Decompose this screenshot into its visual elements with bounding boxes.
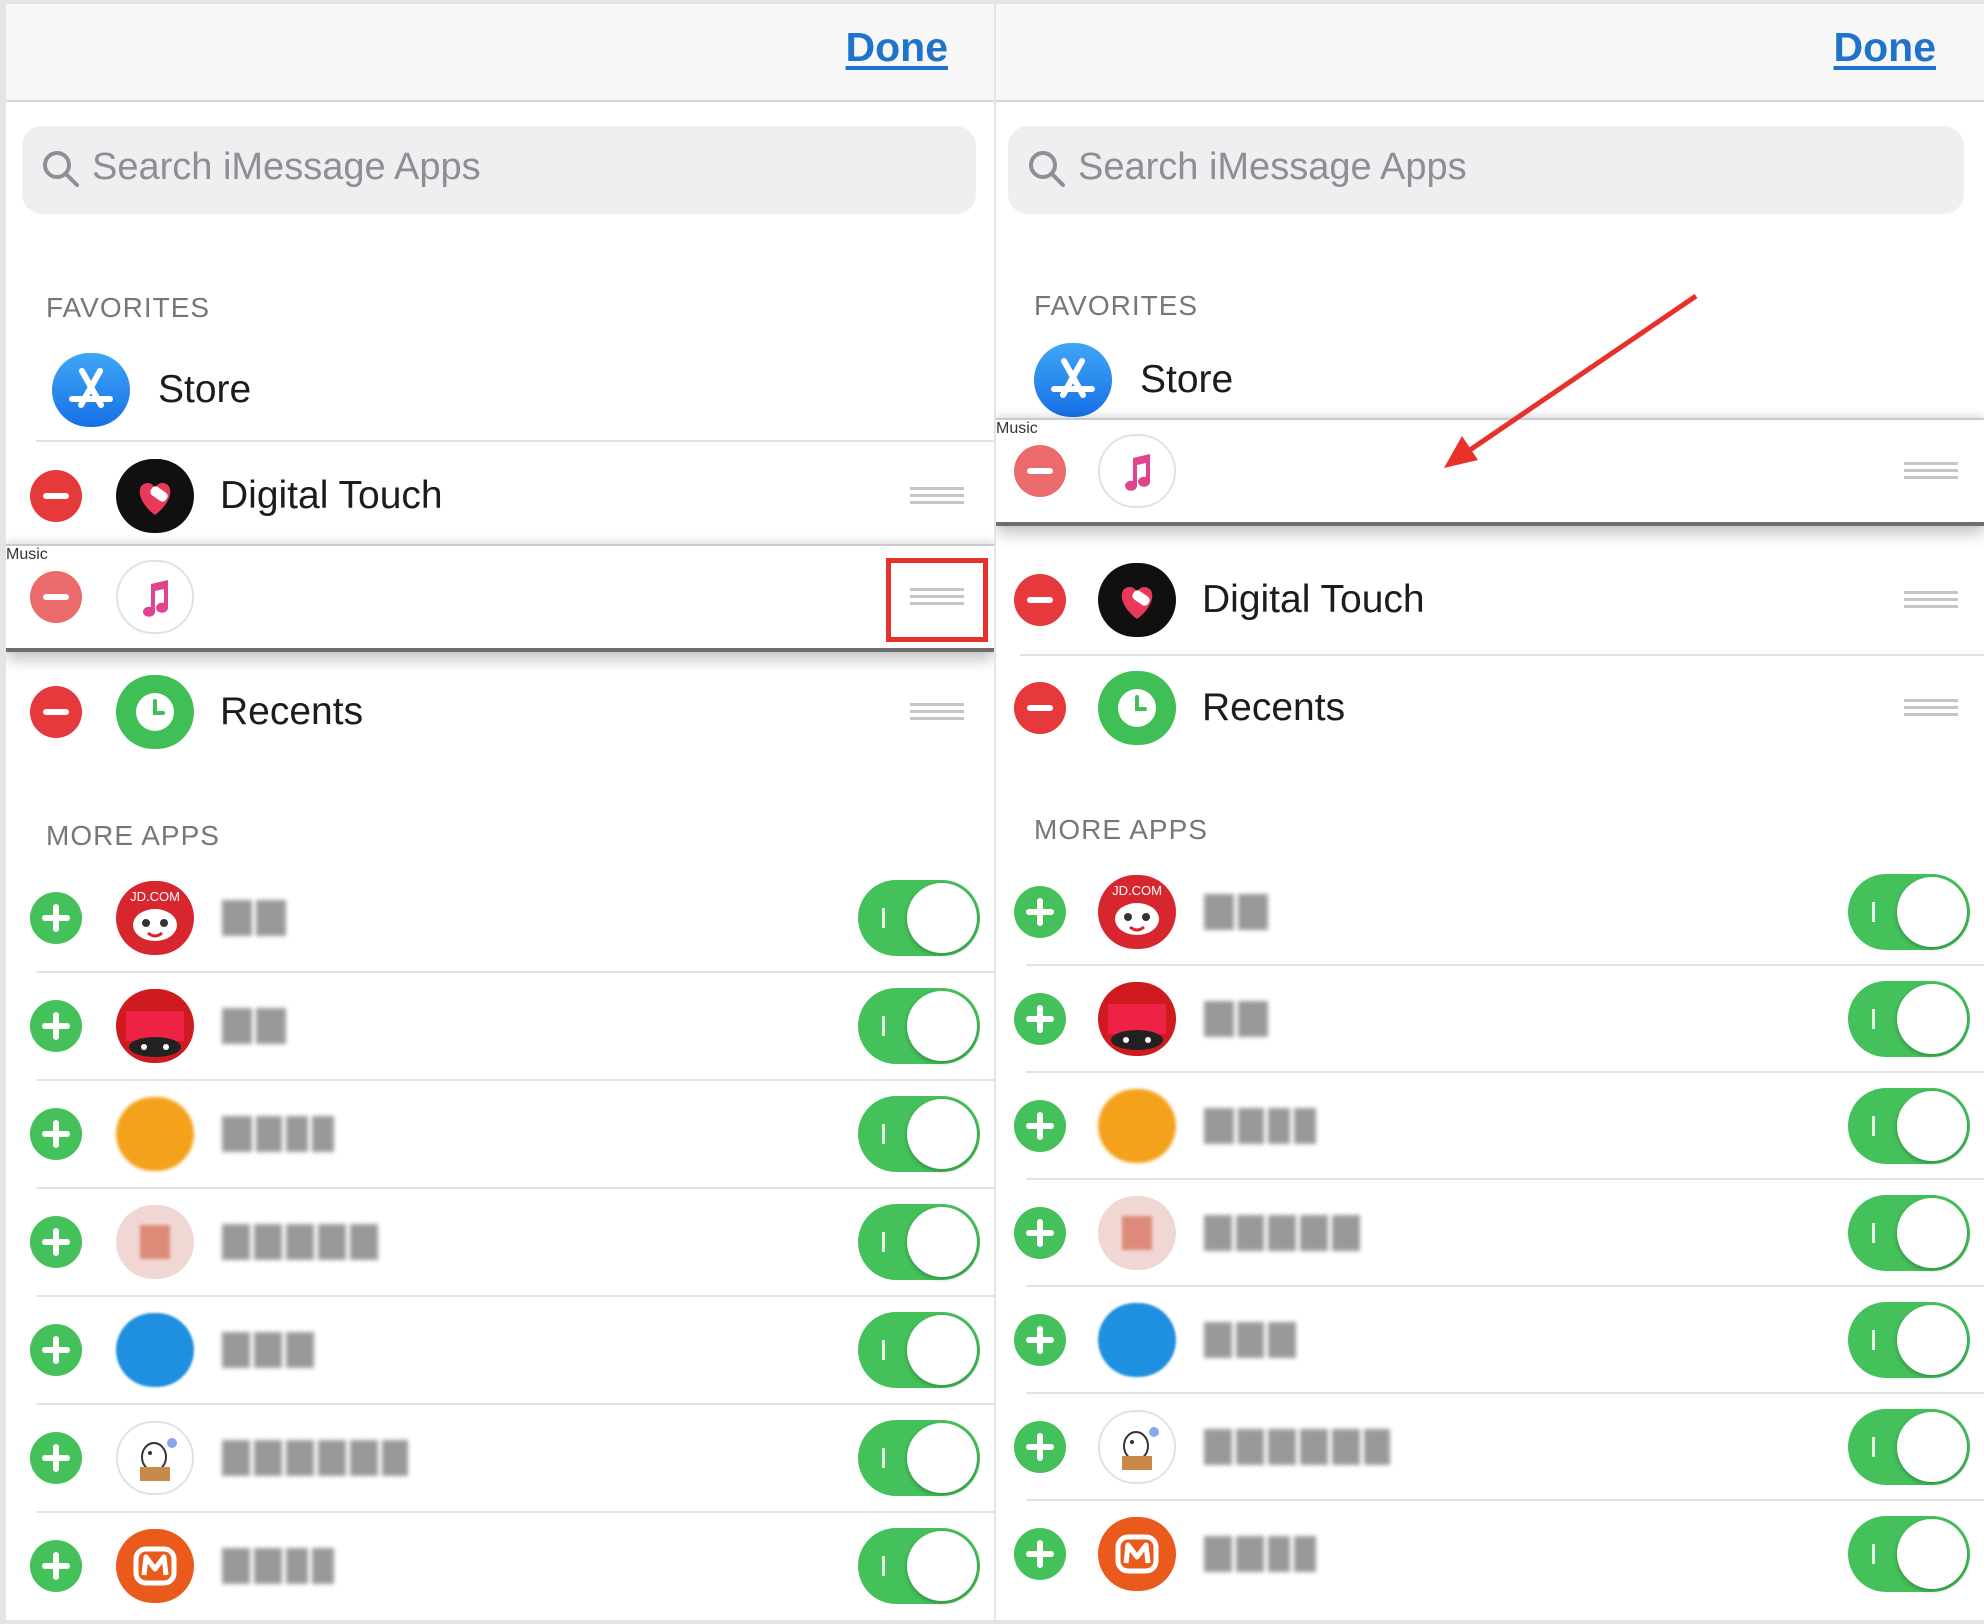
favorite-label: Store bbox=[158, 368, 252, 411]
search-field[interactable]: Search iMessage Apps bbox=[22, 126, 976, 214]
app-toggle[interactable] bbox=[858, 1528, 980, 1604]
done-button[interactable]: Done bbox=[846, 24, 949, 71]
favorites-header: FAVORITES bbox=[46, 292, 211, 323]
tmall-icon bbox=[116, 989, 194, 1063]
favorite-row-music-dragging[interactable]: Music bbox=[6, 544, 994, 652]
blue-app-icon bbox=[116, 1313, 194, 1387]
blurred-app-name bbox=[222, 1112, 338, 1156]
add-button[interactable] bbox=[30, 1000, 82, 1052]
dog-app-icon bbox=[116, 1421, 194, 1495]
more-app-row[interactable]: JD.COM bbox=[6, 864, 994, 972]
blurred-app-name bbox=[222, 1328, 318, 1372]
more-app-row[interactable] bbox=[6, 1188, 994, 1296]
app-store-icon bbox=[52, 353, 130, 427]
more-app-row[interactable] bbox=[6, 1404, 994, 1512]
blurred-app-name bbox=[222, 1436, 412, 1480]
svg-text:JD.COM: JD.COM bbox=[130, 889, 180, 904]
app-toggle[interactable] bbox=[858, 880, 980, 956]
pink-app-icon bbox=[116, 1205, 194, 1279]
favorite-label: Music bbox=[6, 546, 48, 563]
reorder-handle[interactable] bbox=[910, 701, 964, 721]
right-panel: Done Search iMessage Apps FAVORITES Stor… bbox=[996, 4, 1984, 1620]
favorite-label: Digital Touch bbox=[220, 474, 443, 517]
favorite-row-digital-touch[interactable]: Digital Touch bbox=[6, 442, 994, 550]
more-app-row[interactable] bbox=[6, 972, 994, 1080]
blurred-app-name bbox=[222, 1544, 338, 1588]
app-toggle[interactable] bbox=[858, 988, 980, 1064]
recents-icon bbox=[116, 675, 194, 749]
search-icon bbox=[43, 151, 79, 187]
orange-app-icon bbox=[116, 1097, 194, 1171]
remove-button[interactable] bbox=[30, 571, 82, 623]
favorite-row-store[interactable]: Store bbox=[6, 336, 994, 444]
app-toggle[interactable] bbox=[858, 1204, 980, 1280]
more-app-row[interactable] bbox=[6, 1296, 994, 1404]
add-button[interactable] bbox=[30, 1324, 82, 1376]
more-apps-header: MORE APPS bbox=[46, 820, 220, 851]
music-icon bbox=[116, 560, 194, 634]
remove-button[interactable] bbox=[30, 686, 82, 738]
favorite-label: Recents bbox=[220, 690, 364, 733]
nav-bar: Done bbox=[6, 4, 994, 102]
jd-icon: JD.COM bbox=[116, 881, 194, 955]
annotation-arrow bbox=[1444, 293, 1698, 468]
search-placeholder: Search iMessage Apps bbox=[92, 146, 481, 188]
annotation-highlight-box bbox=[886, 558, 988, 642]
blurred-app-name bbox=[222, 1220, 382, 1264]
blurred-app-name bbox=[222, 1004, 290, 1048]
more-app-row[interactable] bbox=[6, 1080, 994, 1188]
app-toggle[interactable] bbox=[858, 1096, 980, 1172]
mango-tv-icon bbox=[116, 1529, 194, 1603]
digital-touch-icon bbox=[116, 459, 194, 533]
app-toggle[interactable] bbox=[858, 1312, 980, 1388]
remove-button[interactable] bbox=[30, 470, 82, 522]
add-button[interactable] bbox=[30, 892, 82, 944]
add-button[interactable] bbox=[30, 1432, 82, 1484]
more-app-row[interactable] bbox=[6, 1512, 994, 1620]
add-button[interactable] bbox=[30, 1216, 82, 1268]
add-button[interactable] bbox=[30, 1108, 82, 1160]
favorite-row-recents[interactable]: Recents bbox=[6, 658, 994, 766]
blurred-app-name bbox=[222, 896, 290, 940]
reorder-handle[interactable] bbox=[910, 485, 964, 505]
app-toggle[interactable] bbox=[858, 1420, 980, 1496]
add-button[interactable] bbox=[30, 1540, 82, 1592]
left-panel: Done Search iMessage Apps FAVORITES Stor… bbox=[6, 4, 994, 1620]
